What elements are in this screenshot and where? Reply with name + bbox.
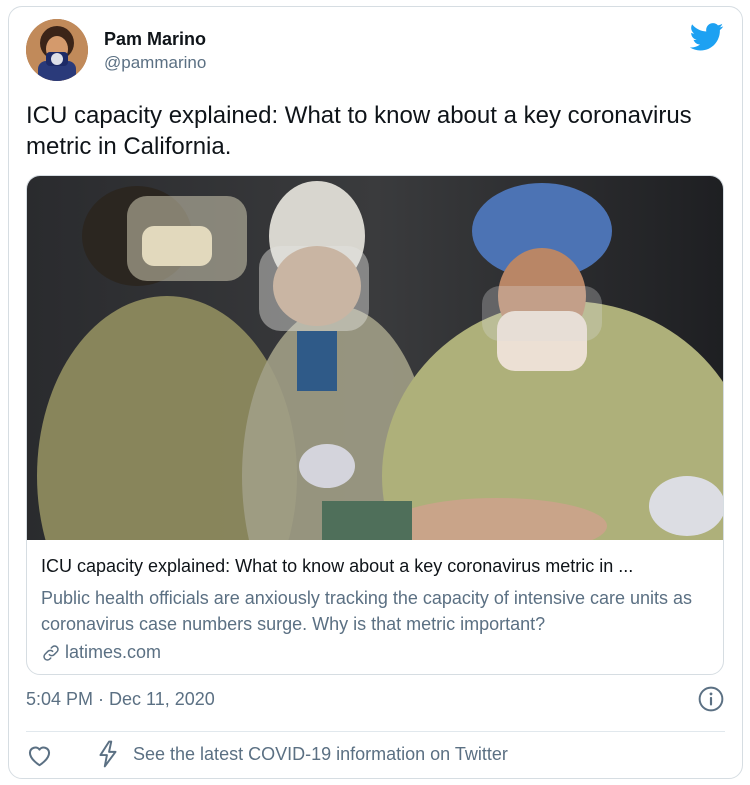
author-name[interactable]: Pam Marino (104, 29, 206, 50)
avatar-image (26, 19, 88, 81)
link-icon (43, 644, 59, 661)
twitter-bird-icon[interactable] (690, 23, 724, 51)
avatar[interactable] (26, 19, 88, 81)
link-card-title: ICU capacity explained: What to know abo… (41, 556, 634, 576)
link-card-image (27, 176, 723, 540)
tweet-text: ICU capacity explained: What to know abo… (26, 102, 692, 160)
heart-icon[interactable] (26, 742, 53, 767)
info-icon[interactable] (698, 686, 724, 712)
footer-divider (26, 731, 725, 732)
link-card[interactable]: ICU capacity explained: What to know abo… (26, 175, 724, 675)
link-card-domain: latimes.com (65, 642, 162, 662)
covid-info-link[interactable]: See the latest COVID-19 information on T… (133, 744, 508, 765)
lightning-bolt-icon (99, 740, 117, 768)
link-card-domain-row: latimes.com (41, 642, 161, 663)
author-handle[interactable]: @pammarino (104, 53, 206, 73)
tweet-card: Pam Marino @pammarino ICU capacity expla… (8, 6, 743, 779)
tweet-timestamp[interactable]: 5:04 PM · Dec 11, 2020 (26, 689, 215, 710)
link-card-description: Public health officials are anxiously tr… (41, 588, 693, 634)
